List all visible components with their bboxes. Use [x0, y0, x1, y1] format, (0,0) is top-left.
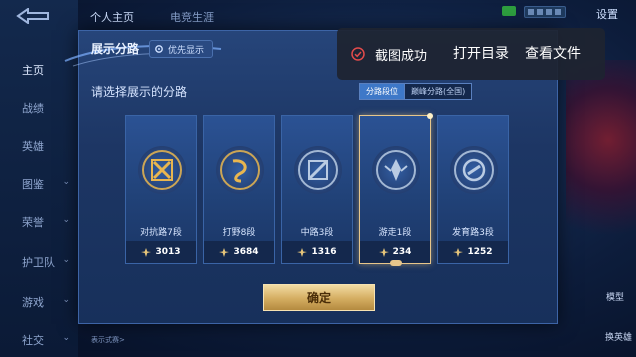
score-bar: 1316 [282, 241, 352, 263]
check-circle-icon [351, 47, 365, 61]
tab-personal-home[interactable]: 个人主页 [90, 9, 134, 25]
segment-peak-lane[interactable]: 巅峰分路(全国) [405, 83, 473, 100]
score-bar: 3684 [204, 241, 274, 263]
sidebar-item-label: 荣誉 [22, 216, 44, 229]
dialog-title: 展示分路 [91, 42, 140, 56]
select-lane-heading: 请选择展示的分路 [91, 85, 188, 99]
top-tabs: 个人主页 电竞生涯 [80, 0, 500, 30]
lane-rank-label: 中路3段 [300, 228, 334, 238]
score-value: 1316 [311, 247, 337, 257]
open-directory-link[interactable]: 打开目录 [453, 43, 509, 63]
sidebar-item-label: 主页 [22, 64, 44, 77]
chevron-down-icon: ⌄ [62, 295, 70, 305]
top-right-bar: 设置 [496, 0, 636, 26]
model-button[interactable]: 模型 [606, 290, 624, 303]
back-arrow-icon[interactable] [14, 8, 50, 24]
sidebar-item-label: 图鉴 [22, 178, 44, 191]
score-bar: 3013 [126, 241, 196, 263]
sidebar-item-label: 战绩 [22, 102, 44, 115]
chevron-down-icon: ⌄ [62, 333, 70, 343]
chevron-down-icon: ⌄ [62, 215, 70, 225]
lane-rank-label: 打野8段 [222, 228, 256, 238]
hero-artwork [566, 60, 636, 260]
lane-rank-label: 游走1段 [378, 228, 412, 238]
mid-lane-emblem-icon [298, 150, 338, 190]
sidebar-item[interactable]: 游戏 ⌄ [0, 292, 78, 312]
sidebar-item[interactable]: 社交 ⌄ [0, 330, 78, 350]
sidebar-item[interactable]: 图鉴 ⌄ [0, 174, 78, 194]
score-icon [297, 247, 308, 257]
lane-mode-segmented-control: 分路段位 巅峰分路(全国) [359, 83, 473, 100]
signal-indicator [524, 6, 566, 18]
score-value: 3684 [233, 247, 259, 257]
priority-display-label: 优先显示 [168, 45, 205, 56]
sidebar-item[interactable]: 战绩 [0, 98, 78, 118]
score-icon [378, 247, 389, 257]
roam-emblem-icon [376, 150, 416, 190]
selection-marker [390, 260, 402, 266]
lane-card[interactable]: 打野8段 3684 [203, 115, 275, 264]
selection-sparkle [427, 113, 433, 119]
lane-rank-label: 发育路3段 [452, 228, 494, 238]
lane-card[interactable]: 游走1段 234 [359, 113, 433, 266]
clash-lane-emblem-icon [142, 150, 182, 190]
footer-note: 表示式赛> [91, 336, 125, 344]
sidebar-item-label: 护卫队 [22, 256, 55, 269]
score-icon [219, 247, 230, 257]
sidebar-item-label: 英雄 [22, 140, 44, 153]
chevron-down-icon: ⌄ [62, 255, 70, 265]
lane-card[interactable]: 中路3段 1316 [281, 115, 353, 264]
confirm-button[interactable]: 确定 [263, 284, 375, 311]
toast-message: 截图成功 [375, 49, 428, 64]
lane-card[interactable]: 发育路3段 1252 [437, 115, 509, 264]
score-value: 1252 [467, 247, 493, 257]
view-file-link[interactable]: 查看文件 [525, 43, 581, 63]
priority-display-button[interactable]: 优先显示 [149, 40, 214, 58]
score-bar: 1252 [438, 241, 508, 263]
tab-esports-career[interactable]: 电竞生涯 [170, 9, 214, 25]
score-icon [453, 247, 464, 257]
score-value: 3013 [155, 247, 181, 257]
segment-lane-rank[interactable]: 分路段位 [359, 83, 405, 100]
gear-icon [155, 45, 163, 53]
sidebar-item-label: 社交 [22, 334, 44, 347]
lane-card[interactable]: 对抗路7段 3013 [125, 115, 197, 264]
farm-lane-emblem-icon [454, 150, 494, 190]
score-value: 234 [392, 247, 412, 257]
change-hero-button[interactable]: 换英雄 [605, 330, 632, 343]
sidebar-item[interactable]: 荣誉 ⌄ [0, 212, 78, 232]
settings-button[interactable]: 设置 [596, 6, 618, 22]
jungle-emblem-icon [220, 150, 260, 190]
chevron-down-icon: ⌄ [62, 177, 70, 187]
status-badge [502, 6, 516, 16]
score-icon [141, 247, 152, 257]
sidebar-item[interactable]: 英雄 [0, 136, 78, 156]
lane-rank-label: 对抗路7段 [140, 228, 182, 238]
sidebar-item-label: 游戏 [22, 296, 44, 309]
sidebar-item[interactable]: 护卫队 ⌄ [0, 252, 78, 272]
screenshot-toast: 截图成功 打开目录 查看文件 [337, 28, 605, 80]
